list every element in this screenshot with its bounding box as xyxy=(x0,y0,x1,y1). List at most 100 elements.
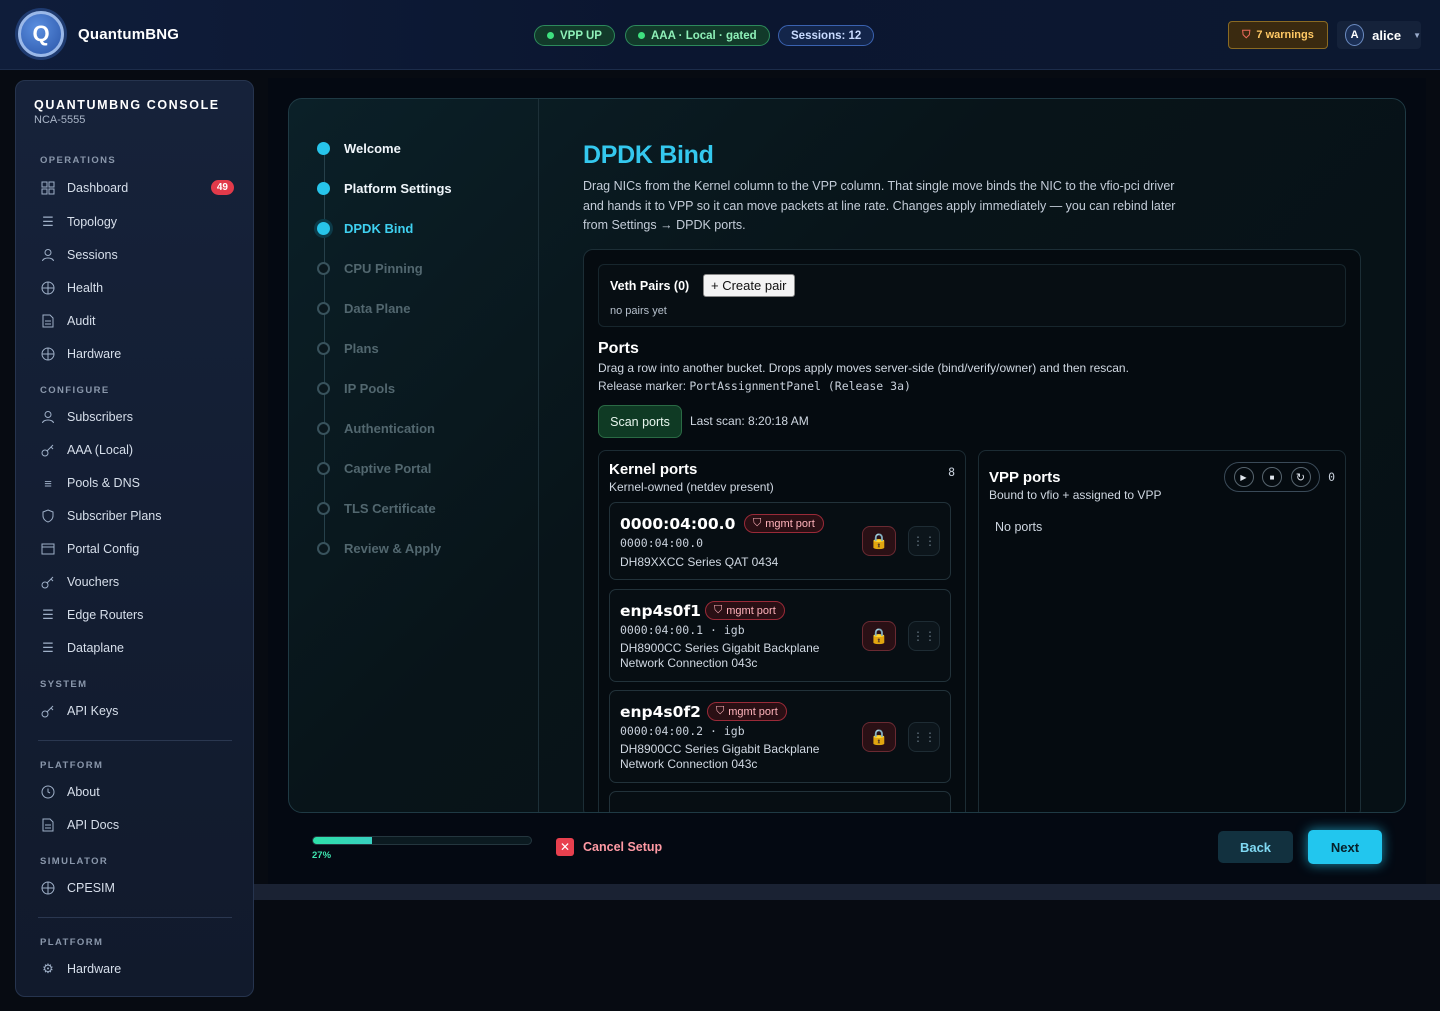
user-icon xyxy=(38,245,58,265)
drag-handle-icon[interactable]: ⋮⋮ xyxy=(908,722,940,752)
sidebar-item-dataplane[interactable]: ☰ Dataplane xyxy=(38,635,234,661)
gear-icon: ⚙ xyxy=(42,961,54,976)
avatar: A xyxy=(1345,24,1365,46)
lock-icon[interactable]: 🔒 xyxy=(862,526,896,556)
mgmt-port-badge: ⛉ mgmt port xyxy=(744,514,824,533)
sidebar-item-label: AAA (Local) xyxy=(67,443,134,457)
sidebar-item-portal-config[interactable]: Portal Config xyxy=(38,536,234,562)
step-label: Platform Settings xyxy=(344,180,452,196)
sidebar-item-vouchers[interactable]: Vouchers xyxy=(38,569,234,595)
veth-pairs-card: Veth Pairs (0) + Create pair no pairs ye… xyxy=(598,264,1346,327)
sidebar-item-about[interactable]: About xyxy=(38,779,234,805)
sidebar-item-api-docs[interactable]: API Docs xyxy=(38,812,234,838)
veth-title: Veth Pairs (0) xyxy=(610,279,690,293)
vpp-ports-column[interactable]: VPP ports Bound to vfio + assigned to VP… xyxy=(978,450,1346,812)
step-welcome[interactable]: Welcome xyxy=(317,138,401,158)
warnings-button[interactable]: ⛉ 7 warnings xyxy=(1228,21,1328,49)
sidebar-item-audit[interactable]: Audit xyxy=(38,308,234,334)
brand-name: QuantumBNG xyxy=(78,26,180,43)
sidebar-item-edge-routers[interactable]: ☰ Edge Routers xyxy=(38,602,234,628)
cancel-setup-button[interactable]: ✕ Cancel Setup xyxy=(556,838,662,856)
drag-handle-icon[interactable]: ⋮⋮ xyxy=(908,526,940,556)
lock-icon[interactable]: 🔒 xyxy=(862,722,896,752)
sidebar-item-label: API Keys xyxy=(67,704,119,718)
shield-icon: ⛉ xyxy=(753,517,762,529)
drag-handle-icon[interactable]: ⋮⋮ xyxy=(908,621,940,651)
sidebar-item-dashboard[interactable]: Dashboard 49 xyxy=(38,175,234,201)
port-row[interactable]: 0000:04:00.0 ⛉ mgmt port 0000:04:00.0 DH8… xyxy=(609,502,951,580)
sidebar-item-api-keys[interactable]: API Keys xyxy=(38,698,234,724)
port-row[interactable]: enp4s0f1 ⛉ mgmt port 0000:04:00.1 · igb D… xyxy=(609,589,951,682)
sidebar-item-subscriber-plans[interactable]: Subscriber Plans xyxy=(38,503,234,529)
aaa-status-pill[interactable]: AAA · Local · gated xyxy=(625,25,770,46)
section-label-platform: PLATFORM xyxy=(40,760,104,771)
port-name: enp4s0f2 xyxy=(620,703,701,721)
port-name: enp4s0f1 xyxy=(620,602,701,620)
stop-icon[interactable]: ■ xyxy=(1262,467,1282,487)
step-platform-settings[interactable]: Platform Settings xyxy=(317,178,452,198)
play-icon[interactable]: ▶ xyxy=(1233,467,1254,487)
sidebar-item-hardware-platform[interactable]: ⚙ Hardware xyxy=(38,956,234,982)
sidebar-item-label: Hardware xyxy=(67,962,122,976)
kernel-ports-column[interactable]: Kernel ports Kernel-owned (netdev presen… xyxy=(598,450,966,812)
section-label-platform: PLATFORM xyxy=(40,937,104,948)
step-label: Review & Apply xyxy=(344,540,442,556)
port-pci-address: 0000:04:00.0 xyxy=(620,536,704,550)
sidebar-item-subscribers[interactable]: Subscribers xyxy=(38,404,234,430)
app-logo[interactable]: Q xyxy=(18,11,64,57)
port-name: 0000:04:00.0 xyxy=(620,515,736,533)
vpp-ports-title: VPP ports xyxy=(989,469,1061,486)
step-label: TLS Certificate xyxy=(344,500,436,516)
shield-icon xyxy=(38,506,58,526)
user-menu[interactable]: A alice ▼ xyxy=(1337,21,1421,49)
mgmt-port-badge: ⛉ mgmt port xyxy=(707,702,787,721)
list-icon: ≡ xyxy=(44,475,52,491)
top-bar: Q QuantumBNG VPP UP AAA · Local · gated … xyxy=(0,0,1440,70)
vpp-empty-text: No ports xyxy=(995,520,1043,534)
setup-progress-bar xyxy=(312,836,532,845)
ports-heading: Ports xyxy=(598,340,639,357)
shield-warning-icon: ⛉ xyxy=(1242,28,1251,41)
vpp-controls: ▶ ■ ↻ xyxy=(1224,462,1320,492)
globe-icon xyxy=(38,278,58,298)
progress-percent: 27% xyxy=(312,850,332,861)
vpp-status-pill[interactable]: VPP UP xyxy=(534,25,615,46)
sidebar-item-cpesim[interactable]: CPESIM xyxy=(38,875,234,901)
create-pair-button[interactable]: + Create pair xyxy=(703,274,795,297)
logo-letter: Q xyxy=(32,21,50,46)
sidebar-item-sessions[interactable]: Sessions xyxy=(38,242,234,268)
section-label-configure: CONFIGURE xyxy=(40,385,110,396)
port-description: DH8900CC Series Gigabit Backplane Networ… xyxy=(620,742,820,771)
sidebar-item-health[interactable]: Health xyxy=(38,275,234,301)
next-button[interactable]: Next xyxy=(1308,830,1382,864)
sidebar-item-label: CPESIM xyxy=(67,881,115,895)
sidebar-item-aaa-local[interactable]: AAA (Local) xyxy=(38,437,234,463)
sidebar-item-label: Dataplane xyxy=(67,641,124,655)
sidebar-item-topology[interactable]: ☰ Topology xyxy=(38,209,234,235)
notification-badge: 49 xyxy=(210,180,234,195)
port-row[interactable] xyxy=(609,791,951,812)
sidebar-item-label: Topology xyxy=(67,215,118,229)
section-label-simulator: SIMULATOR xyxy=(40,856,109,867)
release-marker: Release marker: PortAssignmentPanel (Rel… xyxy=(598,379,911,393)
sidebar-item-label: Subscriber Plans xyxy=(67,509,162,523)
scan-ports-button[interactable]: Scan ports xyxy=(598,405,682,438)
port-row[interactable]: enp4s0f2 ⛉ mgmt port 0000:04:00.2 · igb D… xyxy=(609,690,951,783)
close-icon: ✕ xyxy=(556,838,574,856)
sidebar-item-label: Subscribers xyxy=(67,410,133,424)
refresh-icon[interactable]: ↻ xyxy=(1290,467,1311,487)
chevron-down-icon: ▼ xyxy=(1413,30,1421,40)
sessions-pill[interactable]: Sessions: 12 xyxy=(778,25,875,46)
step-pending-icon xyxy=(317,421,330,435)
globe-icon xyxy=(38,344,58,364)
back-button[interactable]: Back xyxy=(1218,831,1293,863)
sidebar-item-pools-dns[interactable]: ≡ Pools & DNS xyxy=(38,470,234,496)
user-icon xyxy=(38,407,58,427)
veth-empty-text: no pairs yet xyxy=(610,305,667,317)
lock-icon[interactable]: 🔒 xyxy=(862,621,896,651)
sidebar-item-label: Audit xyxy=(67,314,96,328)
globe-icon xyxy=(38,878,58,898)
step-dpdk-bind[interactable]: DPDK Bind xyxy=(317,218,413,238)
sidebar-item-hardware[interactable]: Hardware xyxy=(38,341,234,367)
window-icon xyxy=(38,539,58,559)
